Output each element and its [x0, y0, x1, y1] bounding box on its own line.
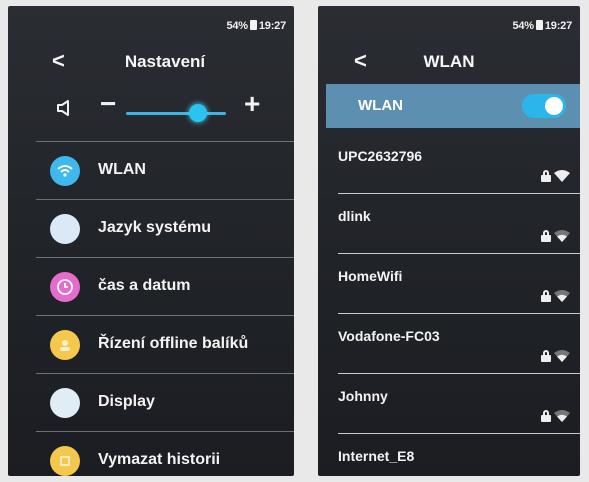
network-status-icons: [541, 410, 570, 422]
battery-icon: [535, 20, 543, 30]
menu-item-label: Řízení offline balíků: [98, 335, 249, 352]
wifi-icon: [50, 156, 80, 186]
menu-item-label: Display: [98, 393, 155, 410]
clock-icon: [50, 272, 80, 302]
wlan-toggle-label: WLAN: [358, 97, 403, 114]
menu-item-display[interactable]: Display: [36, 373, 294, 431]
network-name: UPC2632796: [338, 148, 423, 164]
network-name: Internet_E8: [338, 448, 415, 464]
toggle-knob: [545, 97, 563, 115]
status-bar: 54% 19:27: [226, 20, 286, 32]
page-title: WLAN: [423, 52, 475, 71]
menu-item-label: čas a datum: [98, 277, 191, 294]
network-item[interactable]: Vodafone-FC03: [338, 314, 580, 374]
network-name: Vodafone-FC03: [338, 328, 440, 344]
network-name: HomeWifi: [338, 268, 403, 284]
volume-down-button[interactable]: −: [100, 88, 116, 120]
history-icon: [50, 446, 80, 476]
volume-slider[interactable]: [126, 104, 226, 122]
settings-menu: WLAN Jazyk systému čas a datum Řízení of…: [36, 141, 294, 476]
network-status-icons: [541, 230, 570, 242]
network-item[interactable]: UPC2632796: [338, 134, 580, 194]
network-item[interactable]: Johnny: [338, 374, 580, 434]
network-status-icons: [541, 170, 570, 182]
status-bar: 54% 19:27: [512, 20, 572, 32]
lock-icon: [541, 230, 551, 242]
lock-icon: [541, 170, 551, 182]
settings-screen: 54% 19:27 < Nastavení − + WLAN Jazyk syst…: [8, 6, 294, 476]
wlan-screen: 54% 19:27 < WLAN WLAN UPC2632796 dlink Ho…: [318, 6, 580, 476]
network-item[interactable]: dlink: [338, 194, 580, 254]
header: < WLAN: [318, 46, 580, 80]
wlan-toggle-switch[interactable]: [522, 94, 566, 118]
wifi-signal-icon: [554, 410, 570, 422]
menu-item-language[interactable]: Jazyk systému: [36, 199, 294, 257]
menu-item-wlan[interactable]: WLAN: [36, 141, 294, 199]
volume-slider-thumb[interactable]: [189, 104, 207, 122]
menu-item-label: Vymazat historii: [98, 451, 221, 468]
battery-icon: [249, 20, 257, 30]
globe-icon: [50, 214, 80, 244]
menu-item-label: Jazyk systému: [98, 219, 211, 236]
volume-up-button[interactable]: +: [244, 88, 260, 120]
menu-item-time-date[interactable]: čas a datum: [36, 257, 294, 315]
display-icon: [50, 388, 80, 418]
header: < Nastavení: [8, 46, 294, 80]
menu-item-offline-packages[interactable]: Řízení offline balíků: [36, 315, 294, 373]
battery-percent: 54%: [512, 20, 534, 32]
lock-icon: [541, 290, 551, 302]
menu-item-clear-history[interactable]: Vymazat historii: [36, 431, 294, 476]
wifi-signal-icon: [554, 170, 570, 182]
speaker-icon: [57, 100, 69, 116]
volume-control: − +: [8, 88, 294, 132]
network-list: UPC2632796 dlink HomeWifi Vodafone-FC03: [338, 134, 580, 476]
network-name: dlink: [338, 208, 371, 224]
network-status-icons: [541, 350, 570, 362]
network-item[interactable]: Internet_E8: [338, 434, 580, 476]
clock-time: 19:27: [258, 20, 286, 32]
menu-item-label: WLAN: [98, 161, 146, 178]
page-title: Nastavení: [124, 52, 206, 71]
network-item[interactable]: HomeWifi: [338, 254, 580, 314]
wlan-toggle-row[interactable]: WLAN: [326, 84, 580, 128]
lock-icon: [541, 410, 551, 422]
network-name: Johnny: [338, 388, 388, 404]
lock-icon: [541, 350, 551, 362]
wifi-signal-icon: [554, 230, 570, 242]
battery-percent: 54%: [226, 20, 248, 32]
network-status-icons: [541, 290, 570, 302]
package-icon: [50, 330, 80, 360]
wifi-signal-icon: [554, 290, 570, 302]
clock-time: 19:27: [544, 20, 572, 32]
wifi-signal-icon: [554, 350, 570, 362]
